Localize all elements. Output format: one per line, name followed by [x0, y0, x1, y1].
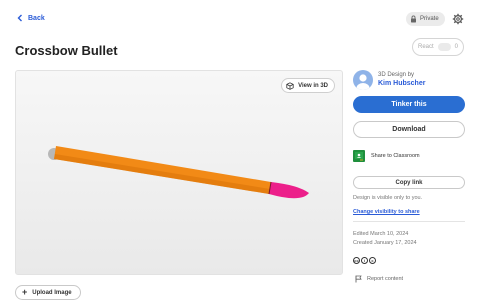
author-name-link[interactable]: Kim Hubscher [378, 80, 425, 87]
model-viewer[interactable]: View in 3D [15, 70, 343, 275]
privacy-label: Private [420, 16, 439, 22]
author-block: 3D Design by Kim Hubscher [353, 70, 465, 92]
react-track [437, 43, 451, 51]
report-label: Report content [367, 276, 404, 282]
google-classroom-icon [353, 150, 365, 162]
react-label: React [418, 44, 434, 50]
edited-date: Edited March 10, 2024 [353, 231, 409, 237]
model-render [48, 146, 309, 199]
created-date: Created January 17, 2024 [353, 240, 417, 246]
visibility-text: Design is visible only to you. [353, 195, 423, 201]
upload-image-button[interactable]: + Upload Image [15, 285, 81, 300]
plus-icon: + [22, 287, 28, 297]
cc-icon: cc [353, 257, 360, 264]
gear-icon[interactable] [452, 13, 464, 25]
avatar[interactable] [353, 70, 373, 90]
model-tip [269, 182, 309, 199]
sa-icon: c [369, 257, 376, 264]
react-toggle[interactable]: React 0 [412, 38, 464, 56]
report-content-link[interactable]: Report content [355, 275, 403, 283]
view-in-3d-button[interactable]: View in 3D [281, 78, 335, 93]
change-visibility-link[interactable]: Change visibility to share [353, 209, 420, 215]
tinker-this-button[interactable]: Tinker this [353, 96, 465, 113]
by-icon: i [361, 257, 368, 264]
user-icon [356, 74, 370, 90]
author-label: 3D Design by [378, 72, 415, 78]
share-to-classroom[interactable]: Share to Classroom [353, 150, 420, 162]
privacy-badge[interactable]: Private [406, 12, 445, 26]
sidebar: 3D Design by Kim Hubscher Tinker this Do… [353, 70, 465, 283]
divider [353, 221, 465, 222]
lock-icon [411, 15, 416, 23]
back-link[interactable]: Back [15, 13, 45, 23]
model-body-shade [54, 154, 270, 194]
cube-icon [286, 81, 294, 90]
cc-license-icons[interactable]: cc i c [353, 257, 376, 264]
copy-link-button[interactable]: Copy link [353, 176, 465, 189]
chevron-left-icon [17, 14, 22, 22]
page-title: Crossbow Bullet [15, 43, 118, 58]
react-count: 0 [454, 44, 458, 50]
classroom-label: Share to Classroom [371, 153, 420, 159]
view-in-3d-label: View in 3D [298, 82, 328, 89]
download-button[interactable]: Download [353, 121, 465, 138]
flag-icon [355, 275, 362, 283]
upload-label: Upload Image [32, 289, 72, 296]
back-label: Back [28, 14, 45, 22]
